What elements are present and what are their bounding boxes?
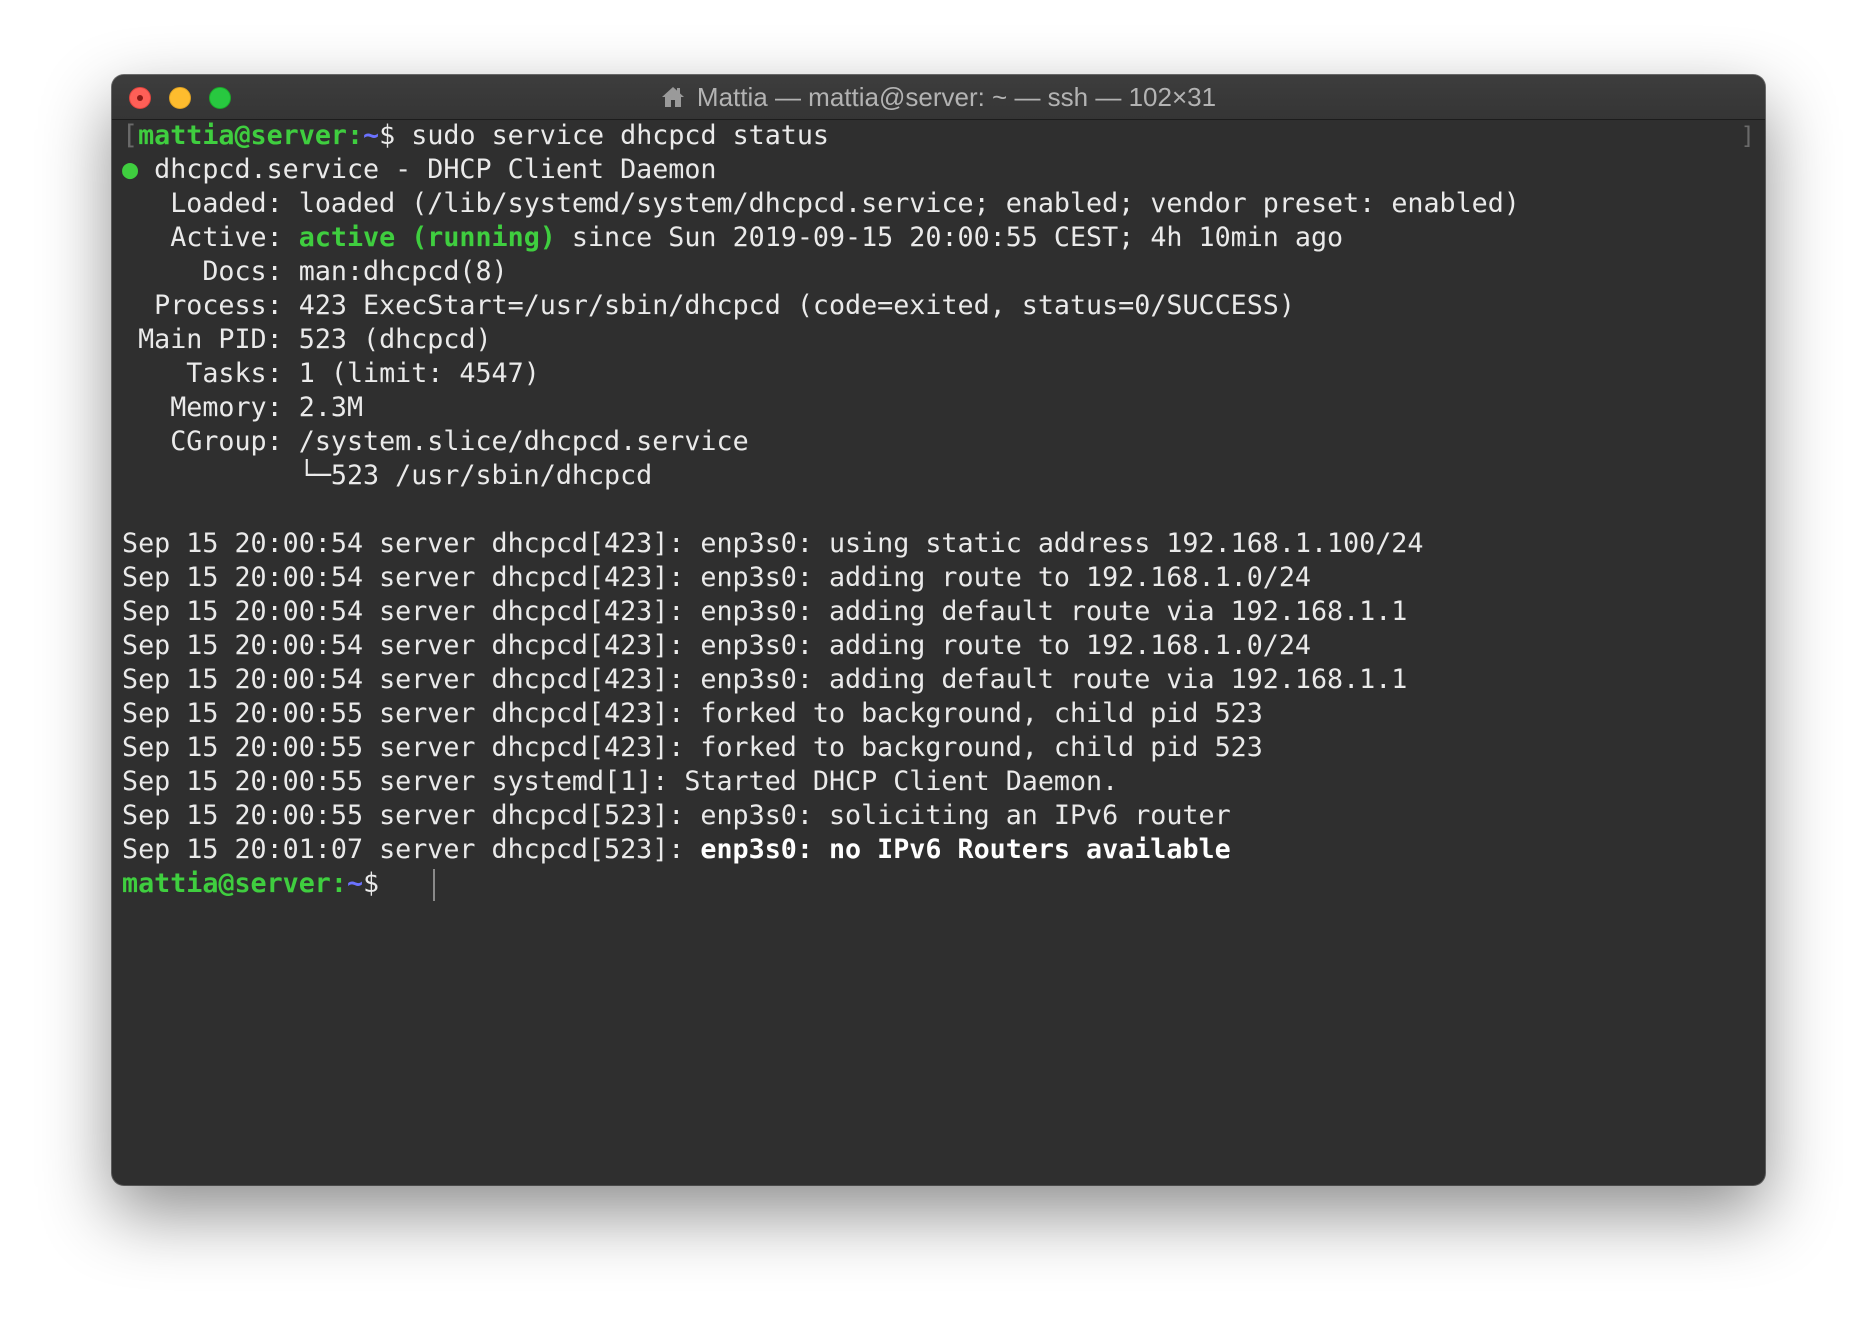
log-line: Sep 15 20:00:54 server dhcpcd[423]: enp3…: [122, 596, 1408, 627]
status-tasks: Tasks: 1 (limit: 4547): [122, 357, 1755, 391]
log-line: Sep 15 20:00:55 server systemd[1]: Start…: [122, 766, 1119, 797]
status-cgroup-child: └─523 /usr/sbin/dhcpcd: [122, 460, 653, 491]
status-header-text: dhcpcd.service - DHCP Client Daemon: [138, 154, 717, 185]
scroll-marker: ]: [1740, 122, 1755, 150]
loaded-value: loaded (/lib/systemd/system/dhcpcd.servi…: [298, 188, 1520, 219]
tasks-label: Tasks:: [122, 358, 299, 389]
status-active: Active: active (running) since Sun 2019-…: [122, 221, 1755, 255]
mainpid-value: 523 (dhcpcd): [298, 324, 492, 355]
prompt-path: ~: [346, 868, 364, 899]
prompt-user-host: mattia@server: [122, 868, 331, 899]
log-line: Sep 15 20:00:55 server dhcpcd[423]: fork…: [122, 732, 1263, 763]
home-icon: [661, 87, 684, 107]
window-title: Mattia — mattia@server: ~ — ssh — 102×31: [696, 81, 1217, 112]
log-line: Sep 15 20:00:54 server dhcpcd[423]: enp3…: [122, 562, 1311, 593]
prompt-symbol: $: [379, 120, 412, 151]
process-label: Process:: [122, 290, 299, 321]
prompt-symbol: $: [363, 868, 396, 899]
log-line: Sep 15 20:00:55 server dhcpcd[523]: enp3…: [122, 800, 1231, 831]
cgroup-label: CGroup:: [122, 426, 299, 457]
status-header: ● dhcpcd.service - DHCP Client Daemon: [122, 153, 1755, 187]
command-line: [mattia@server:~$ sudo service dhcpcd st…: [122, 119, 1755, 153]
log-line: Sep 15 20:00:54 server dhcpcd[423]: enp3…: [122, 630, 1311, 661]
prompt-separator: :: [346, 120, 364, 151]
process-value: 423 ExecStart=/usr/sbin/dhcpcd (code=exi…: [298, 290, 1295, 321]
text-cursor[interactable]: [433, 868, 436, 901]
current-prompt[interactable]: mattia@server:~$: [122, 867, 1755, 901]
status-main-pid: Main PID: 523 (dhcpcd): [122, 323, 1755, 357]
terminal-output[interactable]: ] [mattia@server:~$ sudo service dhcpcd …: [122, 119, 1755, 1185]
docs-label: Docs:: [122, 256, 299, 287]
log-line: Sep 15 20:00:55 server dhcpcd[423]: fork…: [122, 698, 1263, 729]
last-log-message: enp3s0: no IPv6 Routers available: [700, 834, 1231, 865]
log-line-last: Sep 15 20:01:07 server dhcpcd[523]: enp3…: [122, 833, 1755, 867]
loaded-label: Loaded:: [122, 188, 299, 219]
cgroup-value: /system.slice/dhcpcd.service: [298, 426, 749, 457]
active-since: since Sun 2019-09-15 20:00:55 CEST; 4h 1…: [555, 222, 1344, 253]
terminal-window: Mattia — mattia@server: ~ — ssh — 102×31…: [112, 75, 1765, 1185]
log-line: Sep 15 20:00:54 server dhcpcd[423]: enp3…: [122, 528, 1424, 559]
status-docs: Docs: man:dhcpcd(8): [122, 255, 1755, 289]
active-label: Active:: [122, 222, 299, 253]
status-memory: Memory: 2.3M: [122, 391, 1755, 425]
memory-value: 2.3M: [298, 392, 364, 423]
prompt-path: ~: [363, 120, 380, 151]
tasks-value: 1 (limit: 4547): [298, 358, 540, 389]
log-line: Sep 15 20:00:54 server dhcpcd[423]: enp3…: [122, 664, 1408, 695]
prompt-user-host: mattia@server: [138, 120, 347, 151]
status-cgroup: CGroup: /system.slice/dhcpcd.service: [122, 425, 1755, 459]
status-loaded: Loaded: loaded (/lib/systemd/system/dhcp…: [122, 187, 1755, 221]
title-bar[interactable]: Mattia — mattia@server: ~ — ssh — 102×31: [112, 75, 1765, 120]
docs-value: man:dhcpcd(8): [298, 256, 508, 287]
status-dot-icon: ●: [122, 154, 139, 185]
command-text: sudo service dhcpcd status: [411, 120, 829, 151]
window-title-container: Mattia — mattia@server: ~ — ssh — 102×31: [112, 75, 1765, 119]
last-log-prefix: Sep 15 20:01:07 server dhcpcd[523]:: [122, 834, 701, 865]
status-process: Process: 423 ExecStart=/usr/sbin/dhcpcd …: [122, 289, 1755, 323]
memory-label: Memory:: [122, 392, 299, 423]
mainpid-label: Main PID:: [122, 324, 299, 355]
mark-bracket: [: [122, 120, 139, 151]
active-state: active (running): [298, 222, 556, 253]
prompt-separator: :: [330, 868, 347, 899]
